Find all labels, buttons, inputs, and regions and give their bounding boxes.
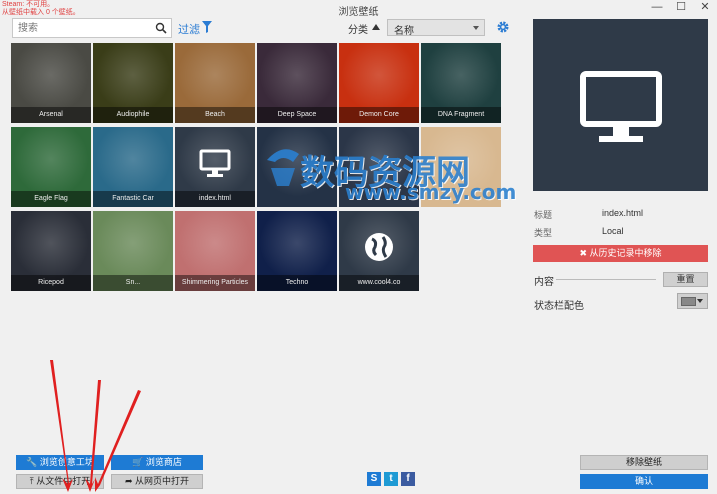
wallpaper-caption: DNA Fragment [421, 107, 501, 123]
search-box [12, 18, 172, 38]
wallpaper-caption: www.cool4.co [339, 275, 419, 291]
filter-button[interactable]: 过滤 [178, 21, 200, 37]
chevron-down-icon [697, 299, 703, 303]
title-label: 标题 [534, 210, 553, 220]
wallpaper-caption: Eagle Flag [11, 191, 91, 207]
wallpaper-caption: Beach [175, 107, 255, 123]
browse-store-button[interactable]: 🛒 浏览商店 [111, 455, 203, 470]
wallpaper-caption: Ricepod [11, 275, 91, 291]
watermark-url: www.smzy.com [345, 180, 517, 204]
gear-icon[interactable] [496, 20, 510, 34]
wallpaper-caption: Demon Core [339, 107, 419, 123]
wallpaper-tile[interactable]: Beach [175, 43, 255, 123]
search-input[interactable] [13, 19, 151, 37]
window-title: 浏览壁纸 [338, 7, 379, 18]
wallpaper-tile[interactable]: Sn... [93, 211, 173, 291]
wallpaper-tile[interactable]: index.html [175, 127, 255, 207]
facebook-icon[interactable]: f [401, 472, 415, 486]
wallpaper-tile[interactable]: Techno [257, 211, 337, 291]
search-icon[interactable] [155, 22, 167, 34]
sort-dropdown[interactable]: 名称 [387, 19, 485, 37]
steam-icon[interactable]: S [367, 472, 381, 486]
wallpaper-tile[interactable]: Demon Core [339, 43, 419, 123]
statusbar-color-picker[interactable] [677, 293, 708, 309]
wallpaper-tile[interactable]: Eagle Flag [11, 127, 91, 207]
sort-direction-icon[interactable] [372, 24, 380, 30]
wallpaper-caption: Deep Space [257, 107, 337, 123]
wallpaper-tile[interactable]: Shimmering Particles [175, 211, 255, 291]
remove-from-history-button[interactable]: ✖ 从历史记录中移除 [533, 245, 708, 262]
wallpaper-tile[interactable]: Fantastic Car [93, 127, 173, 207]
minimize-button[interactable]: — [645, 0, 669, 16]
remove-wallpaper-button[interactable]: 移除壁纸 [580, 455, 708, 470]
wallpaper-tile[interactable]: Ricepod [11, 211, 91, 291]
wallpaper-browser-window: Steam: 不可用。 从壁纸中载入 0 个壁纸。 浏览壁纸 — ☐ ✕ 过滤 … [0, 0, 717, 494]
wallpaper-tile[interactable]: Arsenal [11, 43, 91, 123]
monitor-icon [580, 71, 662, 142]
wallpaper-caption: Shimmering Particles [175, 275, 255, 291]
open-from-file-button[interactable]: ⤒ 从文件中打开 [16, 474, 104, 489]
content-label: 内容 [534, 277, 554, 288]
open-from-web-button[interactable]: ➦ 从网页中打开 [111, 474, 203, 489]
wallpaper-tile[interactable]: Audiophile [93, 43, 173, 123]
close-button[interactable]: ✕ [693, 0, 717, 16]
type-value: Local [602, 226, 624, 236]
wallpaper-caption: Techno [257, 275, 337, 291]
content-divider [556, 279, 656, 280]
filter-icon[interactable] [202, 21, 212, 33]
wallpaper-tile[interactable]: www.cool4.co [339, 211, 419, 291]
browse-workshop-button[interactable]: 🔧 浏览创意工坊 [16, 455, 104, 470]
wallpaper-caption: Audiophile [93, 107, 173, 123]
confirm-button[interactable]: 确认 [580, 474, 708, 489]
maximize-button[interactable]: ☐ [669, 0, 693, 16]
sort-label: 分类 [348, 25, 368, 36]
chevron-down-icon [473, 26, 479, 30]
type-label: 类型 [534, 228, 553, 238]
wallpaper-caption: Fantastic Car [93, 191, 173, 207]
statusbar-color-label: 状态栏配色 [534, 301, 584, 312]
watermark-logo-icon [267, 149, 299, 186]
title-bar: Steam: 不可用。 从壁纸中载入 0 个壁纸。 浏览壁纸 — ☐ ✕ [0, 0, 717, 18]
wallpaper-preview [533, 19, 708, 191]
twitter-icon[interactable]: t [384, 472, 398, 486]
wallpaper-tile[interactable]: DNA Fragment [421, 43, 501, 123]
sort-dropdown-value: 名称 [394, 26, 414, 37]
wallpaper-tile[interactable]: Deep Space [257, 43, 337, 123]
wallpaper-caption: Sn... [93, 275, 173, 291]
title-value: index.html [602, 208, 644, 218]
reset-button[interactable]: 重置 [663, 272, 708, 287]
wallpaper-caption: index.html [175, 191, 255, 207]
wallpaper-caption: Arsenal [11, 107, 91, 123]
color-swatch [681, 297, 696, 306]
